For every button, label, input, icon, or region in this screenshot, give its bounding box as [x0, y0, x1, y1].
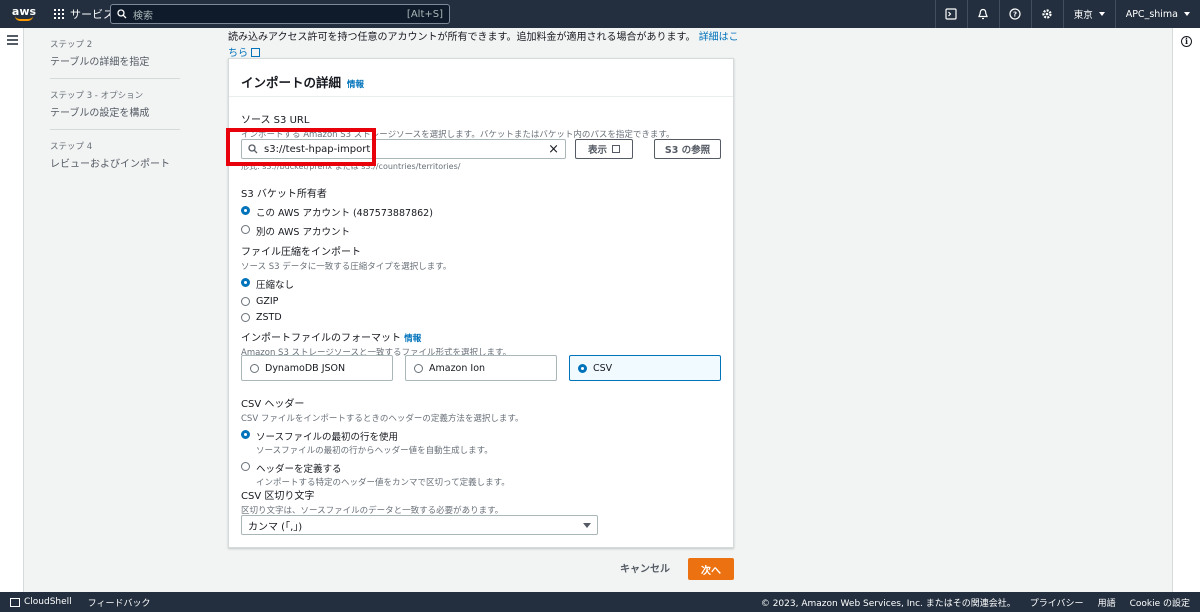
wizard-step[interactable]: ステップ 2 テーブルの詳細を指定: [50, 38, 180, 79]
csv-delimiter-select[interactable]: カンマ (「,」): [241, 515, 598, 535]
svg-text:?: ?: [1013, 11, 1017, 19]
radio-icon: [241, 462, 250, 471]
format-tile-csv[interactable]: CSV: [569, 355, 721, 381]
external-link-icon: [251, 48, 260, 57]
radio-compression-zstd[interactable]: ZSTD: [241, 312, 451, 323]
csv-header-field: CSV ヘッダー CSV ファイルをインポートするときのヘッダーの定義方法を選択…: [241, 399, 524, 488]
caret-down-icon: [583, 522, 591, 528]
cookie-settings-link[interactable]: Cookie の設定: [1130, 596, 1190, 609]
format-tile-dynamodb-json[interactable]: DynamoDB JSON: [241, 355, 393, 381]
region-selector[interactable]: 東京: [1062, 0, 1115, 28]
footer-bar: CloudShell フィードバック © 2023, Amazon Web Se…: [0, 592, 1200, 612]
caret-down-icon: [1098, 12, 1105, 16]
next-button[interactable]: 次へ: [688, 558, 734, 580]
wizard-step[interactable]: ステップ 4 レビューおよびインポート: [50, 140, 180, 180]
radio-icon: [250, 364, 259, 373]
cloudshell-link[interactable]: CloudShell: [24, 597, 72, 607]
caret-down-icon: [1184, 12, 1190, 16]
radio-header-define[interactable]: ヘッダーを定義する インポートする特定のヘッダー値をカンマで区切って定義します。: [241, 461, 524, 488]
left-rail: [0, 28, 24, 592]
highlight-box: [226, 128, 376, 166]
intro-text: 読み込みアクセス許可を持つ任意のアカウントが所有できます。追加料金が適用される場…: [228, 32, 739, 59]
radio-owner-other-account[interactable]: 別の AWS アカウント: [241, 224, 433, 238]
format-tile-amazon-ion[interactable]: Amazon Ion: [405, 355, 557, 381]
services-menu[interactable]: サービス: [54, 6, 114, 22]
account-menu[interactable]: APC_shima: [1114, 0, 1200, 28]
wizard-steps: ステップ 2 テーブルの詳細を指定 ステップ 3 - オプション テーブルの設定…: [50, 38, 180, 190]
info-link[interactable]: 情報: [404, 334, 421, 344]
search-icon: [117, 9, 127, 19]
radio-icon: [241, 297, 250, 306]
bell-icon[interactable]: [966, 0, 999, 28]
cloudshell-icon: [10, 597, 20, 607]
file-format-field: インポートファイルのフォーマット 情報 Amazon S3 ストレージソースと一…: [241, 333, 512, 358]
clear-icon[interactable]: ×: [548, 143, 559, 156]
search-input[interactable]: 検索 [Alt+S]: [110, 4, 450, 24]
right-rail: i: [1172, 28, 1200, 592]
view-button[interactable]: 表示: [575, 139, 633, 159]
compression-field: ファイル圧縮をインポート ソース S3 データに一致する圧縮タイプを選択します。…: [241, 247, 452, 323]
grid-icon: [54, 9, 64, 19]
feedback-link[interactable]: フィードバック: [88, 596, 151, 609]
info-link[interactable]: 情報: [347, 78, 364, 90]
radio-icon: [241, 225, 250, 234]
privacy-link[interactable]: プライバシー: [1030, 596, 1084, 609]
bucket-owner-field: S3 バケット所有者 この AWS アカウント (487573887862) 別…: [241, 189, 433, 238]
wizard-step[interactable]: ステップ 3 - オプション テーブルの設定を構成: [50, 89, 180, 130]
external-link-icon: [612, 145, 620, 153]
aws-logo[interactable]: aws: [4, 0, 44, 28]
cancel-button[interactable]: キャンセル: [620, 560, 670, 575]
radio-selected-icon: [241, 206, 250, 215]
gear-icon[interactable]: [1030, 0, 1063, 28]
radio-selected-icon: [241, 278, 250, 287]
file-format-tiles: DynamoDB JSON Amazon Ion CSV: [241, 355, 721, 381]
radio-compression-none[interactable]: 圧縮なし: [241, 277, 451, 291]
radio-owner-this-account[interactable]: この AWS アカウント (487573887862): [241, 205, 433, 219]
panel-header: インポートの詳細 情報: [229, 59, 733, 97]
csv-delimiter-field: CSV 区切り文字 区切り文字は、ソースファイルのデータと一致する必要があります…: [241, 491, 504, 516]
cloudshell-icon[interactable]: [934, 0, 967, 28]
radio-icon: [414, 364, 423, 373]
help-icon[interactable]: ?: [998, 0, 1031, 28]
radio-icon: [241, 313, 250, 322]
radio-selected-icon: [241, 430, 250, 439]
radio-compression-gzip[interactable]: GZIP: [241, 296, 451, 307]
browse-s3-button[interactable]: S3 の参照: [654, 139, 721, 159]
hamburger-menu-icon[interactable]: [7, 35, 18, 47]
copyright-text: © 2023, Amazon Web Services, Inc. またはその関…: [760, 598, 1016, 609]
radio-header-first-row[interactable]: ソースファイルの最初の行を使用 ソースファイルの最初の行からヘッダー値を自動生成…: [241, 429, 524, 456]
aws-smile-icon: [15, 16, 33, 21]
info-icon[interactable]: i: [1181, 36, 1192, 47]
terms-link[interactable]: 用語: [1098, 596, 1116, 609]
radio-selected-icon: [578, 364, 587, 373]
